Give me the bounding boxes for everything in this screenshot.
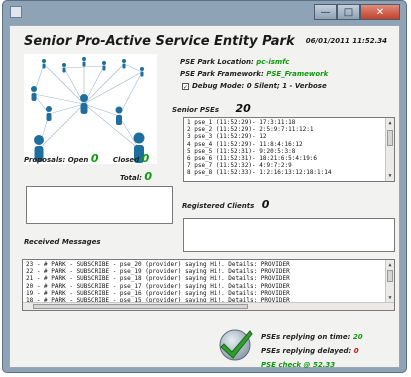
main-panel: Senior Pro-Active Service Entity Park 06…	[9, 25, 400, 369]
proposals-row: Proposals: Open 0 Closed 0	[24, 152, 149, 165]
list-item[interactable]: 20 - # PARK - SUBSCRIBE - pse_17 (provid…	[26, 283, 391, 290]
list-item[interactable]: 4 pse_4 (11:52:29)- 11:8:4:16:12	[187, 141, 391, 148]
senior-pses-count: 20	[235, 102, 251, 115]
proposals-open-label: Proposals: Open	[24, 156, 89, 164]
received-messages-list[interactable]: 23 - # PARK - SUBSCRIBE - pse_20 (provid…	[22, 259, 395, 311]
scroll-thumb[interactable]	[387, 270, 393, 282]
on-time-label: PSEs replying on time:	[261, 333, 351, 341]
registered-clients-list[interactable]	[183, 218, 395, 252]
debug-mode-checkbox[interactable]: ✓	[182, 82, 189, 91]
scroll-down-icon[interactable]: ▼	[386, 172, 394, 180]
messages-horizontal-scrollbar[interactable]	[23, 302, 394, 310]
park-location-label: PSE Park Location:	[180, 58, 254, 66]
app-icon	[10, 6, 22, 18]
list-item[interactable]: 2 pse_2 (11:52:29)- 2:5:9:7:11:12:1	[187, 126, 391, 133]
proposals-closed-value: 0	[141, 152, 150, 165]
on-time-row: PSEs replying on time: 20	[261, 333, 363, 341]
minimize-button[interactable]: —	[314, 4, 337, 20]
park-framework-row: PSE Park Framework: PSE_Framework	[180, 70, 328, 78]
park-framework-value: PSE_Framework	[266, 70, 329, 78]
page-title: Senior Pro-Active Service Entity Park	[24, 34, 295, 49]
park-framework-label: PSE Park Framework:	[180, 70, 264, 78]
datetime-display: 06/01/2011 11:52.34	[305, 37, 387, 45]
list-item[interactable]: 5 pse_5 (11:52:31)- 9:20:5:3:8	[187, 148, 391, 155]
close-button[interactable]: ✕	[360, 4, 400, 20]
delayed-value: 0	[353, 347, 359, 355]
received-messages-label: Received Messages	[24, 238, 101, 246]
debug-mode-row[interactable]: ✓ Debug Mode: 0 Silent; 1 - Verbose	[182, 82, 327, 91]
network-people-image	[24, 54, 157, 164]
app-window: — □ ✕ Senior Pro-Active Service Entity P…	[2, 0, 407, 373]
scroll-thumb[interactable]	[387, 130, 393, 146]
window-controls: — □ ✕	[314, 4, 400, 20]
list-item[interactable]: 3 pse_3 (11:52:29)- 12	[187, 133, 391, 140]
list-item[interactable]: 6 pse_6 (11:52:31)- 18:21:6:5:4:19:6	[187, 155, 391, 162]
on-time-value: 20	[352, 333, 363, 341]
proposals-textbox[interactable]	[26, 186, 173, 224]
park-location-row: PSE Park Location: pc-ismfc	[180, 58, 289, 66]
proposals-total-value: 0	[144, 170, 153, 183]
proposals-total-row: Total: 0	[120, 170, 152, 183]
proposals-open-value: 0	[90, 152, 99, 165]
senior-pses-scrollbar[interactable]: ▲ ▼	[385, 118, 394, 181]
check-ok-icon	[218, 327, 254, 363]
registered-clients-label: Registered Clients	[182, 202, 255, 210]
registered-clients-count: 0	[261, 198, 270, 211]
list-item[interactable]: 21 - # PARK - SUBSCRIBE - pse_18 (provid…	[26, 275, 391, 282]
list-item[interactable]: 1 pse_1 (11:52:29)- 17:3:11:18	[187, 119, 391, 126]
network-graph-icon	[31, 57, 145, 163]
pse-check-status: PSE check @ 52.33	[261, 361, 336, 369]
scroll-up-icon[interactable]: ▲	[386, 261, 394, 269]
delayed-label: PSEs replying delayed:	[261, 347, 352, 355]
scroll-up-icon[interactable]: ▲	[386, 119, 394, 127]
registered-clients-header: Registered Clients 0	[182, 198, 269, 211]
scroll-down-icon[interactable]: ▼	[386, 294, 394, 302]
scroll-thumb[interactable]	[33, 304, 248, 309]
list-item[interactable]: 19 - # PARK - SUBSCRIBE - pse_16 (provid…	[26, 290, 391, 297]
list-item[interactable]: 22 - # PARK - SUBSCRIBE - pse_19 (provid…	[26, 268, 391, 275]
proposals-closed-label: Closed	[112, 156, 140, 164]
proposals-total-label: Total:	[120, 174, 142, 182]
list-item[interactable]: 23 - # PARK - SUBSCRIBE - pse_20 (provid…	[26, 261, 391, 268]
list-item[interactable]: 7 pse_7 (11:52:32)- 4:9:7:2:9	[187, 162, 391, 169]
messages-vertical-scrollbar[interactable]: ▲ ▼	[385, 260, 394, 303]
senior-pses-header: Senior PSEs 20	[172, 102, 251, 115]
delayed-row: PSEs replying delayed: 0	[261, 347, 359, 355]
senior-pses-label: Senior PSEs	[172, 106, 219, 114]
debug-mode-label: Debug Mode: 0 Silent; 1 - Verbose	[192, 82, 327, 90]
title-bar[interactable]: — □ ✕	[3, 1, 406, 25]
maximize-button[interactable]: □	[337, 4, 360, 20]
senior-pses-list[interactable]: 1 pse_1 (11:52:29)- 17:3:11:18 2 pse_2 (…	[183, 117, 395, 182]
park-location-value: pc-ismfc	[256, 58, 290, 66]
list-item[interactable]: 8 pse_8 (11:52:33)- 1:2:16:13:12:18:1:14	[187, 169, 391, 176]
